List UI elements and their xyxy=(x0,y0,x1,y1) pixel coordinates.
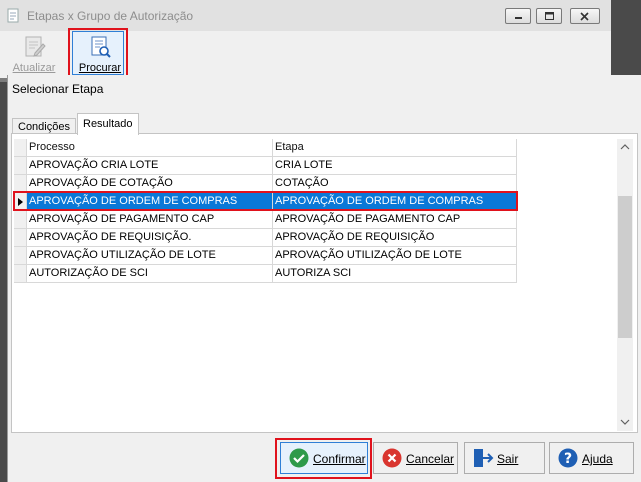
etapa-cell[interactable]: APROVAÇÃO DE REQUISIÇÃO xyxy=(273,229,517,247)
atualizar-button[interactable]: Atualizar xyxy=(7,32,61,76)
column-header-etapa[interactable]: Etapa xyxy=(273,139,517,157)
exit-door-icon xyxy=(473,448,494,468)
window-title: Etapas x Grupo de Autorização xyxy=(27,9,194,23)
table-row[interactable]: APROVAÇÃO CRIA LOTE CRIA LOTE xyxy=(14,157,517,175)
row-indicator xyxy=(14,229,27,247)
dialog-title: Selecionar Etapa xyxy=(12,82,104,96)
column-header-processo[interactable]: Processo xyxy=(27,139,273,157)
scroll-down-arrow-icon[interactable] xyxy=(617,414,633,430)
highlight-box xyxy=(68,28,128,78)
highlight-box xyxy=(13,191,518,211)
scrollbar-thumb[interactable] xyxy=(618,196,632,338)
etapa-cell[interactable]: AUTORIZA SCI xyxy=(273,265,517,283)
ajuda-label: Ajuda xyxy=(582,452,613,466)
table-row[interactable]: APROVAÇÃO UTILIZAÇÃO DE LOTE APROVAÇÃO U… xyxy=(14,247,517,265)
row-indicator xyxy=(14,211,27,229)
sair-label: Sair xyxy=(497,452,519,466)
maximize-button[interactable] xyxy=(536,8,562,24)
app-icon xyxy=(7,8,20,23)
cancelar-label: Cancelar xyxy=(406,452,455,466)
table-row[interactable]: APROVAÇÃO DE REQUISIÇÃO. APROVAÇÃO DE RE… xyxy=(14,229,517,247)
sair-button[interactable]: Sair xyxy=(464,442,545,474)
etapa-cell[interactable]: APROVAÇÃO DE PAGAMENTO CAP xyxy=(273,211,517,229)
etapa-cell[interactable]: CRIA LOTE xyxy=(273,157,517,175)
cancelar-button[interactable]: Cancelar xyxy=(373,442,458,474)
svg-text:?: ? xyxy=(564,451,572,467)
row-indicator xyxy=(14,265,27,283)
minimize-button[interactable] xyxy=(505,8,531,24)
processo-cell[interactable]: APROVAÇÃO CRIA LOTE xyxy=(27,157,273,175)
ajuda-button[interactable]: ? Ajuda xyxy=(549,442,634,474)
row-indicator-header xyxy=(14,139,27,157)
close-button[interactable] xyxy=(570,8,600,24)
processo-cell[interactable]: AUTORIZAÇÃO DE SCI xyxy=(27,265,273,283)
table-row[interactable]: AUTORIZAÇÃO DE SCI AUTORIZA SCI xyxy=(14,265,517,283)
processo-cell[interactable]: APROVAÇÃO DE PAGAMENTO CAP xyxy=(27,211,273,229)
x-circle-icon xyxy=(382,448,402,468)
tab-resultado[interactable]: Resultado xyxy=(77,113,139,135)
help-circle-icon: ? xyxy=(558,448,578,468)
row-indicator xyxy=(14,247,27,265)
processo-cell[interactable]: APROVAÇÃO DE REQUISIÇÃO. xyxy=(27,229,273,247)
processo-cell[interactable]: APROVAÇÃO UTILIZAÇÃO DE LOTE xyxy=(27,247,273,265)
etapa-cell[interactable]: APROVAÇÃO UTILIZAÇÃO DE LOTE xyxy=(273,247,517,265)
row-indicator xyxy=(14,157,27,175)
table-row[interactable]: APROVAÇÃO DE PAGAMENTO CAP APROVAÇÃO DE … xyxy=(14,211,517,229)
highlight-box xyxy=(275,438,372,479)
grid-header: Processo Etapa xyxy=(14,139,517,157)
scroll-up-arrow-icon[interactable] xyxy=(617,139,633,155)
atualizar-label: Atualizar xyxy=(12,62,56,74)
